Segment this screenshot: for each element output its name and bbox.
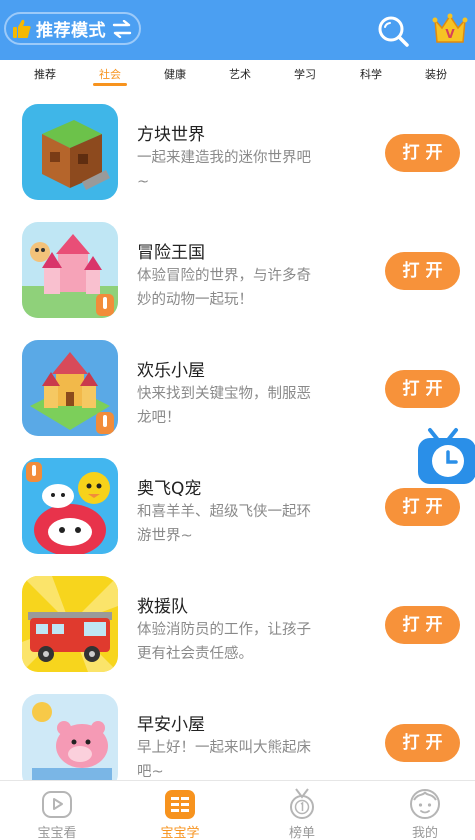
app-description: 和喜羊羊、超级飞侠一起环游世界~ — [137, 504, 311, 544]
app-description: 一起来建造我的迷你世界吧~ — [137, 150, 311, 190]
nav-label: 宝宝看 — [37, 826, 77, 840]
tv-clock-icon[interactable] — [416, 420, 475, 488]
open-button[interactable]: 打开 — [385, 724, 460, 762]
app-description: 体验冒险的世界，与许多奇妙的动物一起玩！ — [137, 268, 311, 308]
list-item[interactable]: 欢乐小屋 快来找到关键宝物，制服恶龙吧！ 打开 — [0, 330, 475, 448]
category-tabs: 推荐 社会 健康 艺术 学习 科学 装扮 — [0, 60, 475, 94]
active-tab-indicator — [93, 83, 127, 86]
morning-bear-icon — [22, 694, 118, 790]
app-name: 救援队 — [137, 597, 188, 617]
medal-icon — [290, 788, 314, 819]
block-world-icon — [22, 104, 118, 200]
app-screen: 推荐模式 V 推荐 社会 健康 艺术 学习 科学 装扮 方块世界 一起来建造我的… — [0, 0, 475, 840]
mode-label: 推荐模式 — [36, 21, 106, 41]
tab-science[interactable]: 科学 — [351, 66, 391, 82]
nav-ranking[interactable]: 榜单 — [262, 787, 342, 840]
tab-recommend[interactable]: 推荐 — [25, 66, 65, 82]
app-description: 快来找到关键宝物，制服恶龙吧！ — [137, 386, 311, 426]
app-name: 早安小屋 — [137, 715, 205, 735]
nav-label: 宝宝学 — [160, 826, 200, 840]
qpet-icon — [22, 458, 118, 554]
crown-letter: V — [445, 27, 455, 41]
list-item[interactable]: 方块世界 一起来建造我的迷你世界吧~ 打开 — [0, 94, 475, 212]
app-name: 方块世界 — [137, 125, 205, 145]
nav-watch[interactable]: 宝宝看 — [17, 787, 97, 840]
tab-study[interactable]: 学习 — [285, 66, 325, 82]
profile-face-icon — [410, 789, 440, 819]
happy-house-icon — [22, 340, 118, 436]
learn-book-icon — [165, 790, 195, 819]
app-name: 冒险王国 — [137, 243, 205, 263]
nav-profile[interactable]: 我的 — [385, 787, 465, 840]
open-button[interactable]: 打开 — [385, 370, 460, 408]
tab-art[interactable]: 艺术 — [220, 66, 260, 82]
tab-society[interactable]: 社会 — [90, 66, 130, 82]
nav-label: 榜单 — [288, 826, 315, 840]
recommend-mode-toggle[interactable]: 推荐模式 — [4, 12, 141, 45]
swap-arrows-icon — [112, 19, 132, 38]
play-tv-icon — [42, 791, 72, 818]
nav-learn[interactable]: 宝宝学 — [140, 787, 220, 840]
open-button[interactable]: 打开 — [385, 252, 460, 290]
list-item[interactable]: 冒险王国 体验冒险的世界，与许多奇妙的动物一起玩！ 打开 — [0, 212, 475, 330]
app-description: 体验消防员的工作，让孩子更有社会责任感。 — [137, 622, 311, 662]
tab-health[interactable]: 健康 — [155, 66, 195, 82]
search-icon[interactable] — [376, 14, 410, 48]
app-name: 奥飞Q宠 — [137, 479, 202, 499]
vip-crown-icon[interactable]: V — [432, 12, 468, 46]
tab-dressup[interactable]: 装扮 — [416, 66, 456, 82]
nav-label: 我的 — [411, 826, 438, 840]
app-description: 早上好！一起来叫大熊起床吧~ — [137, 740, 311, 780]
bottom-navigation: 宝宝看 宝宝学 榜单 我的 — [0, 780, 475, 840]
app-name: 欢乐小屋 — [137, 361, 205, 381]
open-button[interactable]: 打开 — [385, 606, 460, 644]
top-header: 推荐模式 V — [0, 0, 475, 60]
thumbs-up-icon — [13, 19, 31, 38]
list-item[interactable]: 奥飞Q宠 和喜羊羊、超级飞侠一起环游世界~ 打开 — [0, 448, 475, 566]
open-button[interactable]: 打开 — [385, 488, 460, 526]
fire-truck-icon — [22, 576, 118, 672]
adventure-kingdom-icon — [22, 222, 118, 318]
open-button[interactable]: 打开 — [385, 134, 460, 172]
list-item[interactable]: 救援队 体验消防员的工作，让孩子更有社会责任感。 打开 — [0, 566, 475, 684]
